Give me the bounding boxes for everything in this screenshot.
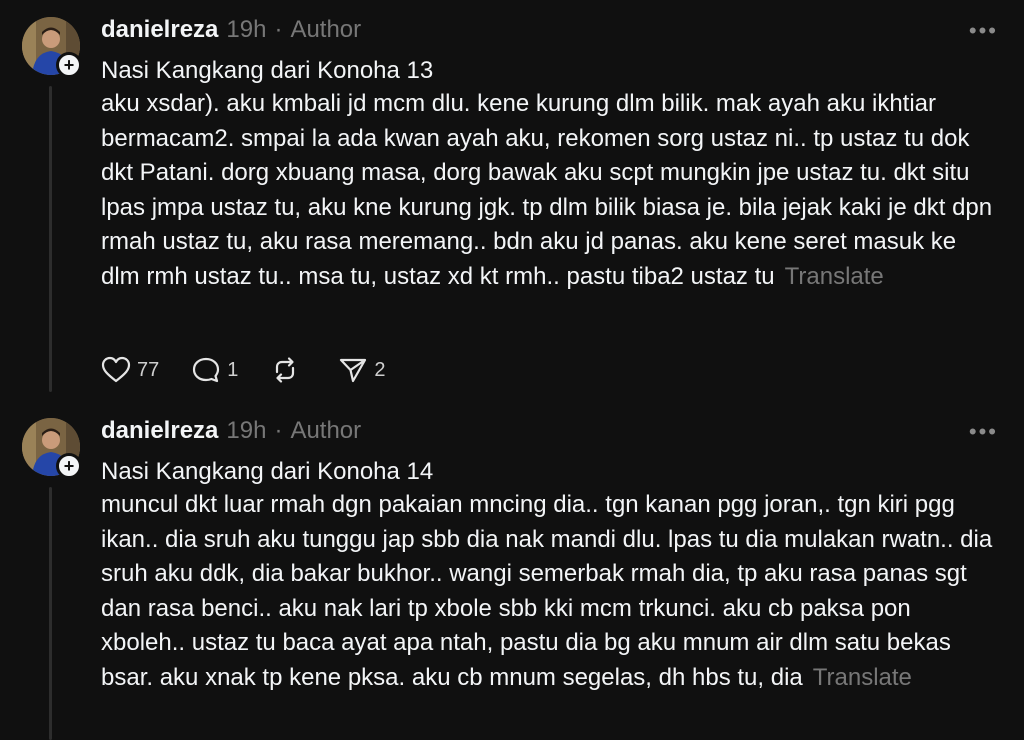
post-text: muncul dkt luar rmah dgn pakaian mncing … — [101, 491, 993, 691]
share-button[interactable]: 2 — [338, 356, 386, 384]
reply-count: 1 — [227, 358, 239, 381]
author-badge: Author — [290, 417, 362, 444]
post-actions: 77 1 2 — [101, 356, 418, 384]
translate-link[interactable]: Translate — [785, 263, 884, 290]
username[interactable]: danielreza — [101, 16, 218, 44]
separator-dot: · — [274, 16, 283, 43]
like-count: 77 — [137, 358, 160, 381]
separator-dot: · — [274, 417, 283, 444]
share-icon — [340, 358, 367, 383]
reply-button[interactable]: 1 — [191, 356, 238, 384]
post-time: 19h — [226, 417, 267, 444]
like-button[interactable]: 77 — [101, 356, 159, 384]
username[interactable]: danielreza — [101, 417, 218, 445]
post-text: aku xsdar). aku kmbali jd mcm dlu. kene … — [101, 90, 993, 290]
follow-plus-icon[interactable]: + — [56, 52, 82, 78]
repost-button[interactable] — [270, 356, 306, 384]
post-time: 19h — [226, 16, 267, 43]
post-body: aku xsdar). aku kmbali jd mcm dlu. kene … — [101, 87, 1001, 294]
post-title: Nasi Kangkang dari Konoha 14 — [101, 458, 434, 485]
more-icon[interactable]: ••• — [969, 18, 998, 44]
more-icon[interactable]: ••• — [969, 419, 998, 445]
thread-post-1: + danielreza 19h · Author ••• Nasi Kangk… — [0, 0, 1024, 400]
translate-link[interactable]: Translate — [813, 664, 912, 691]
heart-icon — [101, 356, 131, 383]
thread-post-2: + danielreza 19h · Author ••• Nasi Kangk… — [0, 400, 1024, 740]
comment-icon — [193, 357, 220, 383]
post-body: muncul dkt luar rmah dgn pakaian mncing … — [101, 488, 1001, 695]
thread-line — [49, 487, 52, 740]
author-badge: Author — [290, 16, 362, 43]
post-title: Nasi Kangkang dari Konoha 13 — [101, 57, 434, 84]
follow-plus-icon[interactable]: + — [56, 453, 82, 479]
repost-icon — [276, 357, 295, 383]
share-count: 2 — [374, 358, 386, 381]
thread-line — [49, 86, 52, 392]
